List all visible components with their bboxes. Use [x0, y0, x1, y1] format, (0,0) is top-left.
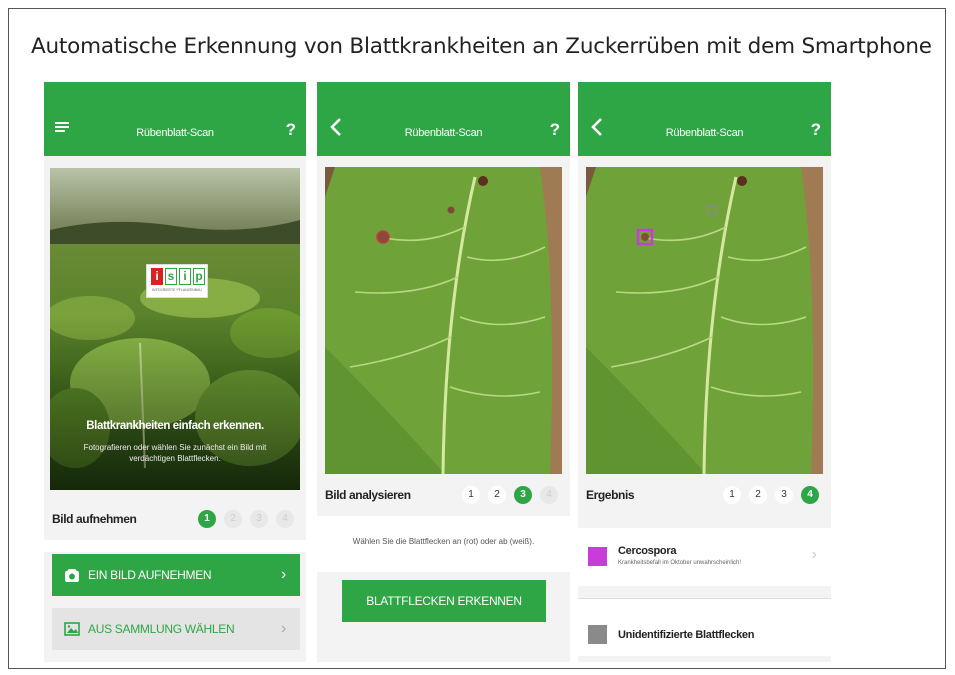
- result-item-unidentified[interactable]: Unidentifizierte Blattflecken: [578, 598, 831, 656]
- result-name: Unidentifizierte Blattflecken: [618, 629, 755, 641]
- step-4: 4: [540, 486, 558, 504]
- step-indicator: Bild analysieren 1 2 3 4: [317, 476, 570, 516]
- cercospora-color-swatch: [588, 547, 607, 566]
- isip-logo: i s i p INTEGRIERTE PFLANZENBAU: [146, 264, 208, 298]
- help-button[interactable]: ?: [811, 120, 821, 140]
- help-button[interactable]: ?: [286, 120, 296, 140]
- choose-from-gallery-button[interactable]: AUS SAMMLUNG WÄHLEN ›: [52, 608, 300, 650]
- result-name: Cercospora: [618, 545, 677, 557]
- step-1: 1: [462, 486, 480, 504]
- selection-hint: Wählen Sie die Blattflecken an (rot) ode…: [352, 537, 535, 546]
- leaf-photo: [325, 167, 562, 474]
- step-1: 1: [198, 510, 216, 528]
- step-4: 4: [801, 486, 819, 504]
- result-item-cercospora[interactable]: Cercospora Krankheitsbefall im Oktober u…: [578, 528, 831, 586]
- take-photo-button[interactable]: EIN BILD AUFNEHMEN ›: [52, 554, 300, 596]
- result-detail: Krankheitsbefall im Oktober unwahrschein…: [618, 560, 742, 566]
- unidentified-color-swatch: [588, 625, 607, 644]
- hero-subtext: Fotografieren oder wählen Sie zunächst e…: [83, 443, 267, 463]
- step-2: 2: [488, 486, 506, 504]
- chevron-right-icon: ›: [280, 566, 286, 583]
- app-title: Rübenblatt-Scan: [404, 127, 483, 139]
- hero-image: i s i p INTEGRIERTE PFLANZENBAU Blattkra…: [50, 168, 300, 490]
- step-4: 4: [276, 510, 294, 528]
- leaf-photo-annotated: [586, 167, 823, 474]
- step-indicator: Ergebnis 1 2 3 4: [578, 476, 831, 516]
- app-bar: Rübenblatt-Scan ?: [44, 82, 306, 156]
- step-label: Ergebnis: [586, 488, 635, 502]
- step-label: Bild aufnehmen: [52, 512, 137, 526]
- app-title: Rübenblatt-Scan: [136, 127, 214, 139]
- help-button[interactable]: ?: [550, 120, 560, 140]
- screen-analyse: Rübenblatt-Scan ? Bild analysieren 1 2 3…: [317, 82, 570, 662]
- chevron-right-icon: ›: [811, 546, 817, 563]
- app-bar: Rübenblatt-Scan ?: [578, 82, 831, 156]
- page-title: Automatische Erkennung von Blattkrankhei…: [31, 34, 932, 59]
- choose-from-gallery-label: AUS SAMMLUNG WÄHLEN: [88, 622, 235, 636]
- step-3: 3: [775, 486, 793, 504]
- step-label: Bild analysieren: [325, 488, 411, 502]
- take-photo-label: EIN BILD AUFNEHMEN: [88, 568, 212, 582]
- gallery-icon: [64, 622, 80, 636]
- step-2: 2: [749, 486, 767, 504]
- step-3: 3: [514, 486, 532, 504]
- app-title: Rübenblatt-Scan: [665, 127, 744, 139]
- camera-icon: [65, 569, 79, 582]
- screen-result: Rübenblatt-Scan ? Ergebnis 1 2 3 4 Cerco…: [578, 82, 831, 662]
- screen-capture: Rübenblatt-Scan ? i s i p INTEGRIERTE PF…: [44, 82, 306, 662]
- detect-spots-button[interactable]: BLATTFLECKEN ERKENNEN: [342, 580, 546, 622]
- app-bar: Rübenblatt-Scan ?: [317, 82, 570, 156]
- step-indicator: Bild aufnehmen 1 2 3 4: [44, 500, 306, 540]
- detect-spots-label: BLATTFLECKEN ERKENNEN: [366, 594, 522, 608]
- chevron-right-icon: ›: [280, 620, 286, 637]
- hero-headline: Blattkrankheiten einfach erkennen.: [86, 420, 264, 432]
- step-3: 3: [250, 510, 268, 528]
- step-2: 2: [224, 510, 242, 528]
- step-1: 1: [723, 486, 741, 504]
